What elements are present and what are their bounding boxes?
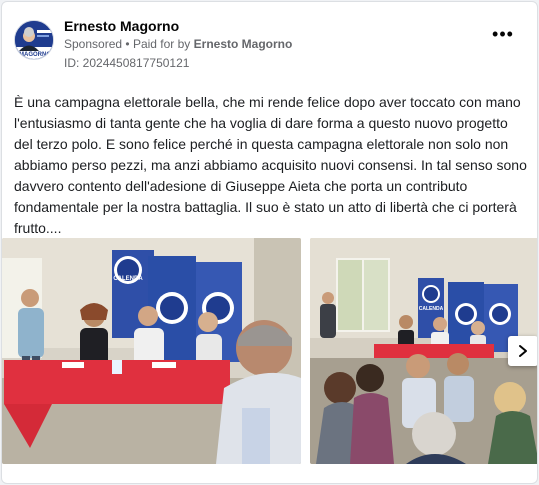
carousel-photo-2[interactable]: CALENDA (310, 238, 537, 464)
sponsored-label: Sponsored (64, 37, 123, 51)
chevron-right-icon (519, 345, 527, 357)
paid-for-name[interactable]: Ernesto Magorno (194, 37, 293, 51)
photo-carousel[interactable]: CALENDA CALENDA (2, 238, 537, 464)
paid-for-prefix: Paid for by (132, 37, 191, 51)
separator-dot: • (125, 37, 130, 51)
event-photo-1: CALENDA (2, 238, 301, 464)
event-photo-2: CALENDA (310, 238, 537, 464)
banner-text-1a: CALENDA (113, 276, 143, 282)
avatar[interactable]: MAGORNO (14, 20, 54, 60)
sponsored-post-card: MAGORNO Ernesto Magorno Sponsored • Paid… (1, 1, 538, 484)
avatar-image: MAGORNO (15, 21, 53, 59)
banner-text-2a: CALENDA (419, 306, 444, 312)
carousel-next-button[interactable] (508, 336, 537, 366)
more-options-icon[interactable]: ••• (491, 25, 515, 44)
post-header: MAGORNO Ernesto Magorno Sponsored • Paid… (14, 16, 525, 72)
author-name[interactable]: Ernesto Magorno (64, 18, 179, 34)
sponsored-line: Sponsored • Paid for by Ernesto Magorno (64, 37, 292, 51)
ad-id: ID: 2024450817750121 (64, 56, 190, 70)
post-body-text: È una campagna elettorale bella, che mi … (14, 94, 527, 236)
carousel-photo-1[interactable]: CALENDA (2, 238, 301, 464)
avatar-logo-text: MAGORNO (19, 52, 51, 58)
